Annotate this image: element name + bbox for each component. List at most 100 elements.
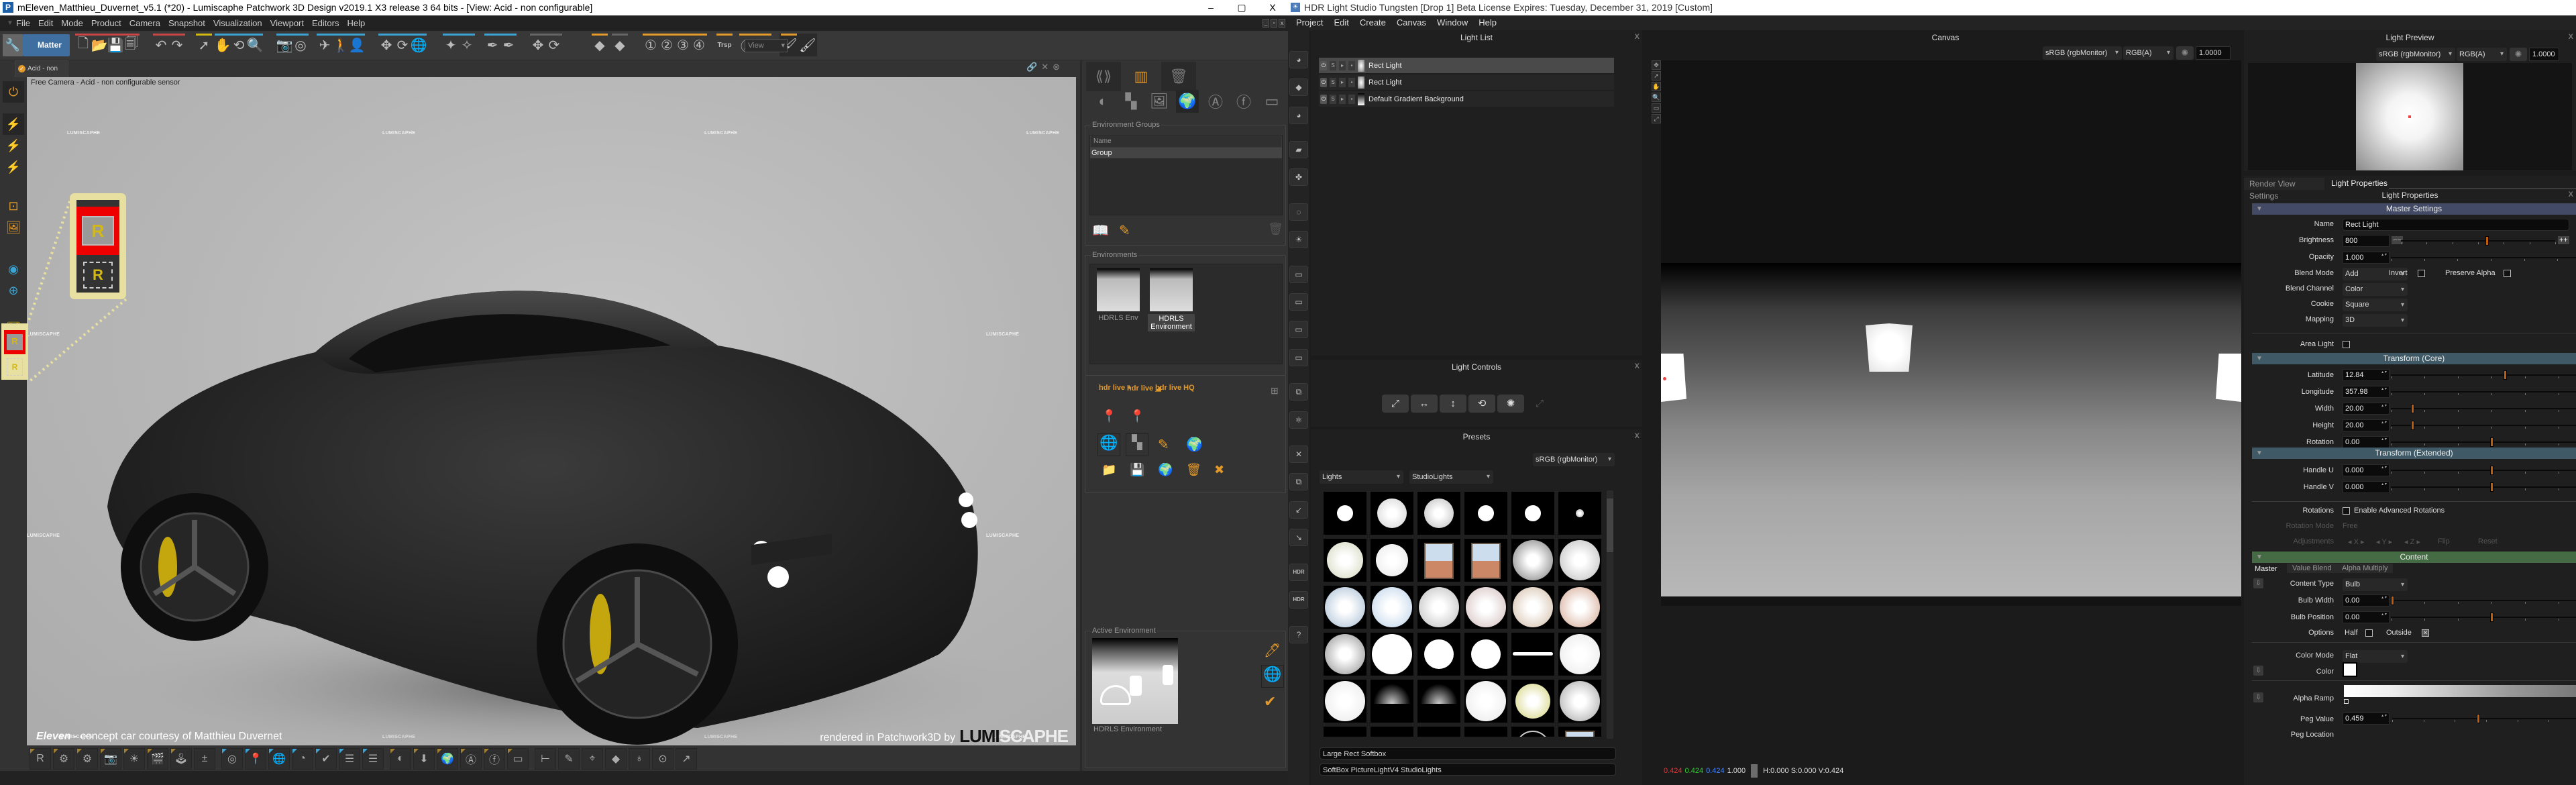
- content-tab-master[interactable]: Master: [2255, 565, 2277, 573]
- diamond-light-icon[interactable]: ◆: [1289, 78, 1308, 97]
- rotate-world-icon[interactable]: 🌐: [409, 34, 428, 56]
- map-pin-icon[interactable]: 📍: [245, 748, 266, 770]
- sync-windows-points-icon[interactable]: ⚡: [3, 156, 24, 178]
- globe-icon[interactable]: 🌍: [1176, 90, 1199, 113]
- preset-thumbnail[interactable]: [1324, 680, 1366, 723]
- half-checkbox[interactable]: [2365, 629, 2373, 637]
- scale-disabled-icon[interactable]: ⤢: [1526, 395, 1553, 413]
- sensor-tab[interactable]: ⟪⟫: [1086, 62, 1121, 91]
- area-light-checkbox[interactable]: [2343, 341, 2350, 348]
- light-icon[interactable]: ☀: [123, 748, 145, 770]
- zoom-fit-icon[interactable]: ⤢: [1652, 114, 1661, 123]
- hdr-live-hq-button[interactable]: hdr live HQ: [1155, 384, 1195, 392]
- exposure-aperture-icon[interactable]: ✺: [2176, 46, 2194, 60]
- pick-material-alt-icon[interactable]: ✧: [458, 34, 476, 56]
- section-header[interactable]: Content: [2252, 552, 2576, 563]
- snapshot-settings-icon[interactable]: ⚙: [53, 748, 74, 770]
- content-tab-value-blend[interactable]: Value Blend: [2287, 564, 2337, 573]
- alpha-ramp-gradient[interactable]: [2344, 685, 2576, 697]
- edit-env-icon[interactable]: ✎: [1158, 436, 1169, 453]
- clapper-icon[interactable]: 🎬: [147, 748, 168, 770]
- preview-exposure-field[interactable]: 1.0000: [2529, 48, 2559, 61]
- menu-canvas[interactable]: Canvas: [1391, 15, 1432, 30]
- preset-thumbnail[interactable]: [1324, 586, 1366, 629]
- render-settings-icon[interactable]: ⚙: [76, 748, 98, 770]
- slider-handle[interactable]: [2410, 421, 2414, 430]
- maximize-button[interactable]: ▢: [1226, 0, 1257, 15]
- canvas-light-shape-wrap[interactable]: [2216, 354, 2241, 402]
- redo-icon[interactable]: ↘: [1289, 529, 1308, 547]
- solo-icon[interactable]: S: [1330, 77, 1336, 87]
- solo-icon[interactable]: S: [1330, 94, 1336, 104]
- zoom-region-icon[interactable]: ▭: [1652, 103, 1661, 113]
- canvas-image[interactable]: [1661, 263, 2241, 596]
- preview-channels-dropdown[interactable]: RGB(A): [2457, 48, 2507, 61]
- preset-thumbnail[interactable]: [1324, 727, 1366, 737]
- trash-library-tab[interactable]: 🗑: [1161, 62, 1196, 91]
- tab-render-view-settings[interactable]: Render View Settings: [2244, 178, 2324, 201]
- menu-camera[interactable]: Camera: [125, 15, 164, 31]
- globe-icon[interactable]: 🌍: [437, 748, 458, 770]
- preview-colorspace-dropdown[interactable]: sRGB (rgbMonitor): [2376, 48, 2455, 61]
- opacity-field[interactable]: 1.000 ▴ ▾: [2343, 252, 2390, 264]
- preset-thumbnail[interactable]: [1464, 492, 1507, 535]
- menu-editors[interactable]: Editors: [308, 15, 343, 31]
- menu-window[interactable]: Window: [1432, 15, 1473, 30]
- menu-edit[interactable]: Edit: [1328, 15, 1354, 30]
- film-icon[interactable]: ▭: [1260, 90, 1283, 113]
- image-landscape-icon[interactable]: 🖼: [1148, 90, 1171, 113]
- content-tab-alpha-multiply[interactable]: Alpha Multiply: [2337, 564, 2394, 573]
- slider-handle[interactable]: [2485, 236, 2489, 246]
- render-r-icon[interactable]: R: [30, 748, 51, 770]
- value-slider[interactable]: [2391, 404, 2576, 413]
- section-header[interactable]: Transform (Core): [2252, 353, 2576, 364]
- rotate-icon[interactable]: ⟳: [545, 34, 564, 56]
- redo-icon[interactable]: ↷: [168, 34, 186, 56]
- globe-add-icon[interactable]: 🌍: [1158, 463, 1173, 477]
- gradient-background-icon[interactable]: ▭: [1289, 265, 1308, 283]
- camera-rotate-icon[interactable]: ◎: [291, 34, 310, 56]
- shapes-icon[interactable]: ◔: [292, 748, 313, 770]
- delete-all-env-icon[interactable]: ✖: [1214, 463, 1224, 477]
- matter-button[interactable]: Matter: [23, 34, 70, 56]
- lock-icon[interactable]: ▪: [1348, 77, 1355, 87]
- solo-icon[interactable]: S: [1330, 60, 1336, 70]
- preset-thumbnail[interactable]: [1371, 633, 1413, 676]
- zoom-icon[interactable]: 🔍: [1652, 93, 1661, 102]
- rotate-icon[interactable]: ⟲: [1468, 395, 1495, 413]
- pencil-line-icon[interactable]: ✎: [558, 748, 580, 770]
- canvas-channels-dropdown[interactable]: RGB(A): [2123, 46, 2174, 60]
- preset-thumbnail[interactable]: [1417, 586, 1460, 629]
- render-r-button[interactable]: R: [4, 330, 25, 354]
- env-thumb-hdrls-env[interactable]: [1097, 268, 1140, 311]
- checker-icon[interactable]: ▚: [1120, 90, 1142, 113]
- antialias-icon[interactable]: Ⓐ: [460, 748, 482, 770]
- sun-light-icon[interactable]: ☀: [1289, 231, 1308, 249]
- film-icon[interactable]: ▭: [507, 748, 529, 770]
- content-type-dropdown[interactable]: Bulb: [2343, 578, 2408, 591]
- tools-icon[interactable]: ✕: [1041, 62, 1049, 72]
- close-button[interactable]: X: [1257, 0, 1288, 15]
- prev-view-icon[interactable]: ◆: [590, 34, 609, 56]
- gradient-light-icon[interactable]: ▰: [1289, 141, 1308, 159]
- power-icon[interactable]: ⏻: [1320, 77, 1327, 87]
- preset-thumbnail[interactable]: [1558, 492, 1601, 535]
- preset-thumbnail[interactable]: [1464, 539, 1507, 582]
- slider-handle[interactable]: [2489, 482, 2493, 492]
- menu-product[interactable]: Product: [87, 15, 125, 31]
- lock-icon[interactable]: ▪: [1348, 60, 1355, 70]
- brightness-icon[interactable]: ✺: [1497, 395, 1524, 413]
- hdr-icon[interactable]: HDR: [1289, 563, 1308, 581]
- select-arrow-icon[interactable]: ➚: [195, 34, 213, 56]
- globe-button[interactable]: 🌐: [1097, 433, 1120, 456]
- preset-thumbnail[interactable]: [1324, 539, 1366, 582]
- slider-handle[interactable]: [2410, 404, 2414, 413]
- menu-create[interactable]: Create: [1354, 15, 1391, 30]
- pin-add-icon[interactable]: 📍: [1102, 409, 1116, 423]
- preserve-alpha-checkbox[interactable]: [2504, 270, 2511, 277]
- mdi-restore[interactable]: ▫: [1271, 19, 1277, 28]
- close-panel-icon[interactable]: X: [1635, 432, 1640, 440]
- render-r-region-button[interactable]: R: [7, 358, 23, 376]
- help-icon[interactable]: ?: [1289, 625, 1308, 643]
- mdi-minimize[interactable]: _: [1263, 19, 1269, 28]
